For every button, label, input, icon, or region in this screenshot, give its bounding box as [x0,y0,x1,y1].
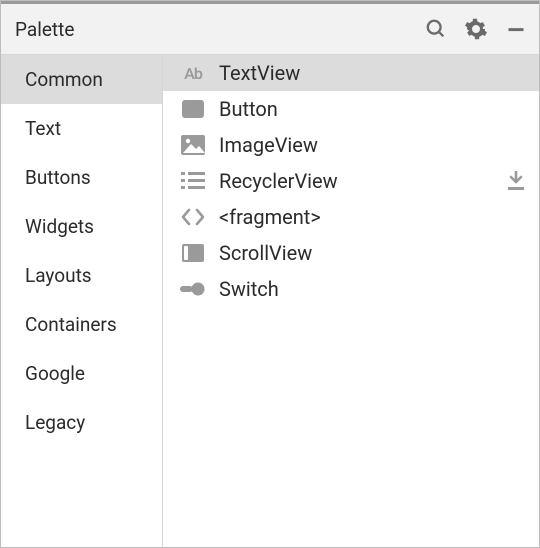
component-label: TextView [219,61,527,85]
sidebar-item-layouts[interactable]: Layouts [1,251,162,300]
sidebar-item-label: Text [25,117,61,140]
sidebar-item-widgets[interactable]: Widgets [1,202,162,251]
component-label: ImageView [219,133,527,157]
code-icon [179,206,207,228]
sidebar-item-label: Legacy [25,411,85,434]
component-imageview[interactable]: ImageView [163,127,539,163]
sidebar-item-text[interactable]: Text [1,104,162,153]
ab-icon: Ab [179,62,207,84]
minimize-icon[interactable] [503,16,529,42]
component-label: RecyclerView [219,169,493,193]
sidebar-item-label: Containers [25,313,117,336]
sidebar-item-containers[interactable]: Containers [1,300,162,349]
component-scrollview[interactable]: ScrollView [163,235,539,271]
sidebar-item-common[interactable]: Common [1,55,162,104]
gear-icon[interactable] [463,16,489,42]
category-sidebar: Common Text Buttons Widgets Layouts Container… [1,55,163,547]
scroll-icon [179,242,207,264]
component-switch[interactable]: Switch [163,271,539,307]
switch-icon [179,278,207,300]
component-label: Switch [219,277,527,301]
sidebar-item-google[interactable]: Google [1,349,162,398]
component-label: <fragment> [219,205,527,229]
component-button[interactable]: Button [163,91,539,127]
component-textview[interactable]: Ab TextView [163,55,539,91]
panel-title: Palette [15,18,423,41]
sidebar-item-label: Google [25,362,85,385]
sidebar-item-buttons[interactable]: Buttons [1,153,162,202]
sidebar-item-label: Layouts [25,264,92,287]
list-icon [179,170,207,192]
image-icon [179,134,207,156]
component-fragment[interactable]: <fragment> [163,199,539,235]
sidebar-item-label: Buttons [25,166,91,189]
palette-panel: Palette Common Text Buttons Widgets Layouts [0,0,540,548]
header-actions [423,16,529,42]
panel-header: Palette [1,1,539,55]
component-label: ScrollView [219,241,527,265]
sidebar-item-legacy[interactable]: Legacy [1,398,162,447]
component-label: Button [219,97,527,121]
panel-body: Common Text Buttons Widgets Layouts Container… [1,55,539,547]
search-icon[interactable] [423,16,449,42]
component-recyclerview[interactable]: RecyclerView [163,163,539,199]
component-list: Ab TextView Button ImageView RecyclerView <fr… [163,55,539,547]
sidebar-item-label: Widgets [25,215,94,238]
sidebar-item-label: Common [25,68,103,91]
rect-icon [179,98,207,120]
download-icon[interactable] [505,170,527,192]
